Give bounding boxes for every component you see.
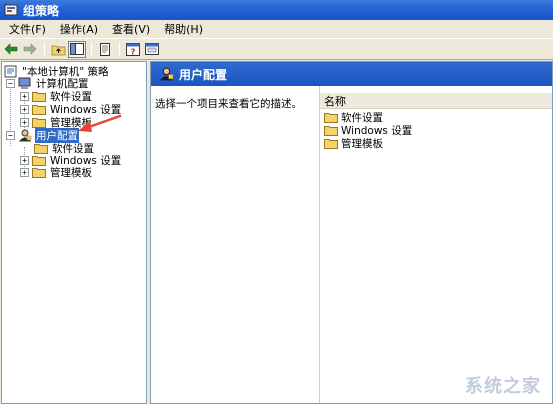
expand-toggle[interactable]: + [20,168,29,177]
details-title: 用户配置 [179,67,228,82]
toolbar-separator [91,41,92,57]
folder-icon [34,144,48,154]
column-header-name[interactable]: 名称 [320,93,552,109]
tree-node-user-admin[interactable]: + 管理模板 [20,166,93,179]
expand-toggle[interactable]: + [20,92,29,101]
details-pane: 用户配置 选择一个项目来查看它的描述。 名称 软件设置 Windows 设置 管… [150,61,553,404]
details-header: 用户配置 [151,62,552,86]
watermark: 系统之家 [465,376,541,397]
help-icon[interactable]: ? [124,41,142,58]
computer-icon [18,77,31,89]
show-hide-tree-icon[interactable] [68,40,86,58]
collapse-toggle[interactable]: − [6,131,15,140]
tree-pane[interactable]: "本地计算机" 策略 − 计算机配置 + 软件设置 + Windows 设置 +… [1,61,147,404]
toolbar-separator [119,41,120,57]
user-icon [159,67,174,81]
forward-icon[interactable] [21,41,39,58]
expand-toggle[interactable]: + [20,156,29,165]
collapse-toggle[interactable]: − [6,79,15,88]
folder-icon [324,113,338,123]
window-title: 组策略 [23,3,60,18]
user-icon [18,129,32,142]
folder-icon [324,139,338,149]
group-policy-icon [4,4,18,16]
item-list[interactable]: 名称 软件设置 Windows 设置 管理模板 [319,86,552,403]
folder-icon [32,92,46,102]
tree-label: 管理模板 [50,167,92,179]
menu-help[interactable]: 帮助(H) [157,20,210,39]
list-item-label: 管理模板 [341,138,383,150]
description-text: 选择一个项目来查看它的描述。 [155,98,302,110]
folder-icon [32,118,46,128]
folder-icon [32,156,46,166]
export-list-icon[interactable] [96,41,114,58]
folder-icon [324,126,338,136]
menu-view[interactable]: 查看(V) [105,20,157,39]
title-bar: 组策略 [0,0,553,20]
back-icon[interactable] [2,41,20,58]
properties-icon[interactable] [143,41,161,58]
toolbar: ? [0,39,553,60]
expand-toggle[interactable]: + [20,105,29,114]
expand-toggle[interactable]: + [20,118,29,127]
menu-bar: 文件(F) 操作(A) 查看(V) 帮助(H) [0,20,553,39]
folder-icon [32,105,46,115]
menu-file[interactable]: 文件(F) [2,20,53,39]
folder-icon [32,168,46,178]
menu-action[interactable]: 操作(A) [53,20,105,39]
toolbar-separator [44,41,45,57]
up-folder-icon[interactable] [49,41,67,58]
column-header-label: 名称 [324,94,346,108]
svg-text:?: ? [131,47,136,56]
list-item[interactable]: 管理模板 [324,137,383,150]
